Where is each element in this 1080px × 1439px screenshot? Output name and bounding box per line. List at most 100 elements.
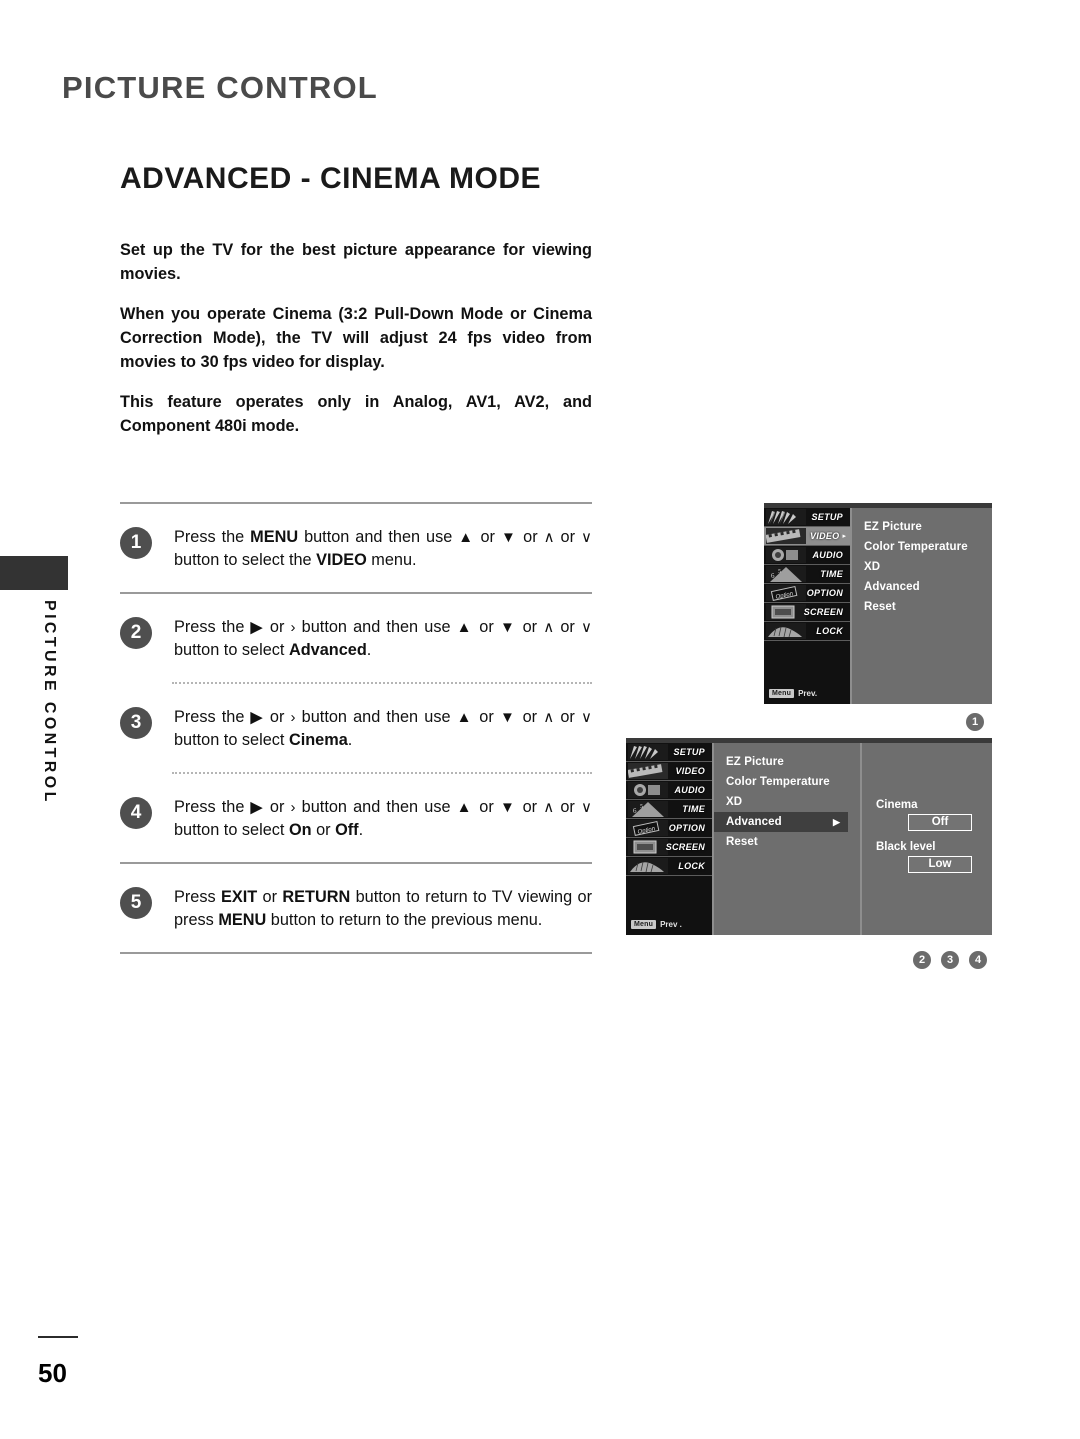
step5-key-exit: EXIT xyxy=(220,888,258,906)
osd-screenshot-video-menu: SETUP VIDEO ▸ AUDIO 6 5 TIME Option OPTI… xyxy=(764,503,992,704)
osd2-step-marker-3: 3 xyxy=(941,951,959,969)
osd2-step-marker-2: 2 xyxy=(913,951,931,969)
step-text-5: Press EXIT or RETURN button to return to… xyxy=(174,886,592,932)
osd2-sidebar-item-audio[interactable]: AUDIO xyxy=(626,781,712,800)
caret-down-icon: ∨ xyxy=(581,709,592,726)
osd2-list-item-advanced[interactable]: Advanced ▶ xyxy=(714,812,848,832)
right-triangle-icon: ▶ xyxy=(250,799,264,816)
osd2-list-item-advanced-label: Advanced xyxy=(726,816,782,828)
step3-or-2: or xyxy=(516,708,544,726)
osd2-settings-panel: Cinema Off Black level Low xyxy=(862,743,992,935)
osd1-menu-pill: Menu xyxy=(769,689,795,698)
osd2-sidebar-label-setup: SETUP xyxy=(673,747,705,757)
osd1-sidebar-item-lock[interactable]: LOCK xyxy=(764,622,850,641)
tag-icon: Option xyxy=(628,820,668,836)
osd2-field-value-black-level[interactable]: Low xyxy=(908,856,972,873)
divider-bottom xyxy=(120,952,592,954)
chevron-right-icon: ▸ xyxy=(842,533,846,540)
osd2-field-value-cinema[interactable]: Off xyxy=(908,814,972,831)
osd1-sidebar-label-screen: SCREEN xyxy=(803,607,843,617)
osd1-sidebar-item-audio[interactable]: AUDIO xyxy=(764,546,850,565)
vertical-chapter-label: PICTURE CONTROL xyxy=(41,600,58,805)
osd-screenshot-advanced-submenu: SETUP VIDEO AUDIO 6 5 TIME Option OPTION… xyxy=(626,738,992,935)
osd2-list-item-reset[interactable]: Reset xyxy=(726,832,860,852)
svg-text:5: 5 xyxy=(640,804,643,810)
osd2-sidebar-item-time[interactable]: 6 5 TIME xyxy=(626,800,712,819)
step4-target-off: Off xyxy=(335,821,359,839)
running-head: PICTURE CONTROL xyxy=(62,70,378,105)
step5-part-a: Press xyxy=(174,888,221,906)
osd2-sidebar-label-time: TIME xyxy=(682,804,705,814)
osd1-list-item-reset[interactable]: Reset xyxy=(864,597,992,617)
fan-icon xyxy=(766,509,806,525)
step1-key-video: VIDEO xyxy=(316,551,367,569)
osd2-sidebar: SETUP VIDEO AUDIO 6 5 TIME Option OPTION… xyxy=(626,743,714,935)
osd2-list-item-xd[interactable]: XD xyxy=(726,792,860,812)
osd1-sidebar-label-time: TIME xyxy=(820,569,843,579)
step5-key-return: RETURN xyxy=(282,888,351,906)
step2-or-a: or xyxy=(263,618,291,636)
step3-target-cinema: Cinema xyxy=(288,731,348,749)
caret-down-icon: ∨ xyxy=(581,619,592,636)
osd1-list-item-xd[interactable]: XD xyxy=(864,557,992,577)
osd2-sidebar-item-option[interactable]: Option OPTION xyxy=(626,819,712,838)
step4-or-a: or xyxy=(263,798,291,816)
film-strip-icon xyxy=(627,763,668,779)
osd1-sidebar-label-setup: SETUP xyxy=(811,512,843,522)
osd1-sidebar-item-video[interactable]: VIDEO ▸ xyxy=(764,527,850,546)
osd1-sidebar: SETUP VIDEO ▸ AUDIO 6 5 TIME Option OPTI… xyxy=(764,508,852,704)
step5-key-menu: MENU xyxy=(218,911,267,929)
osd2-sidebar-item-setup[interactable]: SETUP xyxy=(626,743,712,762)
osd1-sidebar-item-screen[interactable]: SCREEN xyxy=(764,603,850,622)
osd1-list-item-color-temperature[interactable]: Color Temperature xyxy=(864,537,992,557)
osd2-step-markers: 2 3 4 xyxy=(913,951,987,969)
osd2-field-label-black-level: Black level xyxy=(876,841,936,853)
edge-tab-marker xyxy=(0,556,68,590)
osd1-sidebar-item-option[interactable]: Option OPTION xyxy=(764,584,850,603)
step4-target-on: On xyxy=(288,821,312,839)
svg-text:5: 5 xyxy=(778,569,781,575)
intro-paragraph-2: When you operate Cinema (3:2 Pull-Down M… xyxy=(120,305,592,371)
osd2-list-item-ez-picture[interactable]: EZ Picture xyxy=(726,752,860,772)
step2-or-1: or xyxy=(473,618,500,636)
step3-part-f: button to select xyxy=(174,731,289,749)
osd1-sidebar-item-time[interactable]: 6 5 TIME xyxy=(764,565,850,584)
osd1-sidebar-label-video: VIDEO xyxy=(809,531,840,541)
step2-part-e: button and then use xyxy=(295,618,457,636)
footer-rule xyxy=(38,1336,78,1338)
osd1-list-item-advanced[interactable]: Advanced xyxy=(864,577,992,597)
osd1-step-marker-1: 1 xyxy=(966,713,984,731)
step-4: 4 Press the ▶ or › button and then use ▲… xyxy=(120,774,592,862)
caret-up-icon: ∧ xyxy=(543,529,555,546)
osd2-sidebar-item-lock[interactable]: LOCK xyxy=(626,857,712,876)
step2-or-2: or xyxy=(516,618,544,636)
speaker-icon xyxy=(628,782,668,798)
step1-or-1: or xyxy=(474,528,501,546)
step-2: 2 Press the ▶ or › button and then use ▲… xyxy=(120,594,592,682)
film-strip-icon xyxy=(765,528,806,544)
osd1-prev-text: Prev. xyxy=(798,689,818,698)
step-number-3: 3 xyxy=(120,707,152,739)
osd2-sidebar-item-screen[interactable]: SCREEN xyxy=(626,838,712,857)
monitor-icon xyxy=(766,604,806,620)
osd1-sidebar-item-setup[interactable]: SETUP xyxy=(764,508,850,527)
osd2-sidebar-label-option: OPTION xyxy=(668,823,705,833)
osd2-list-item-color-temperature[interactable]: Color Temperature xyxy=(726,772,860,792)
osd2-menu-pill: Menu xyxy=(631,920,657,929)
accordion-icon xyxy=(766,623,806,639)
right-triangle-icon: ▶ xyxy=(250,709,264,726)
svg-text:6: 6 xyxy=(771,572,775,580)
caret-down-icon: ∨ xyxy=(581,799,592,816)
osd2-sidebar-label-lock: LOCK xyxy=(678,861,705,871)
up-arrow-icon: ▲ xyxy=(456,709,474,726)
step-number-5: 5 xyxy=(120,887,152,919)
tag-icon: Option xyxy=(766,585,806,601)
osd2-sidebar-item-video[interactable]: VIDEO xyxy=(626,762,712,781)
svg-text:6: 6 xyxy=(633,807,637,815)
step-number-2: 2 xyxy=(120,617,152,649)
step3-or-a: or xyxy=(263,708,291,726)
osd2-prev-hint: Menu Prev . xyxy=(631,920,682,929)
step-text-2: Press the ▶ or › button and then use ▲ o… xyxy=(174,616,592,662)
step-1: 1 Press the MENU button and then use ▲ o… xyxy=(120,504,592,592)
osd1-list-item-ez-picture[interactable]: EZ Picture xyxy=(864,517,992,537)
